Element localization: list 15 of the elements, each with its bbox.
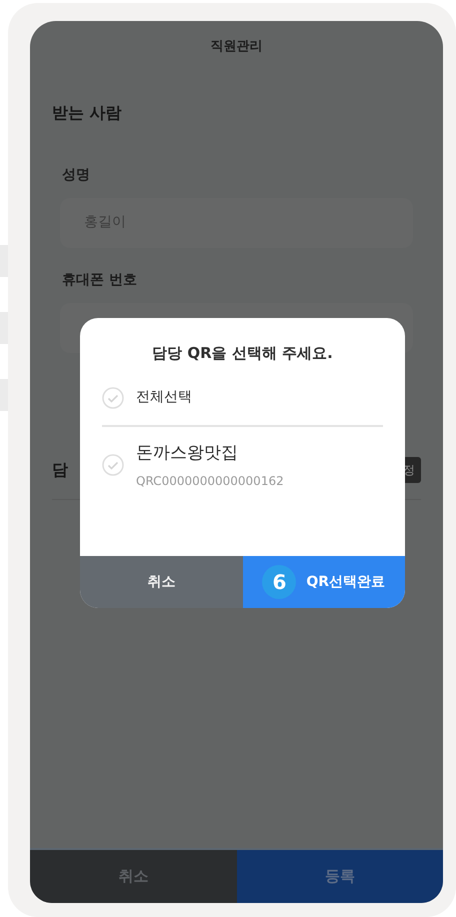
register-button[interactable]: 등록 (236, 848, 443, 903)
section-title: 받는 사람 (52, 102, 123, 124)
store-name[interactable]: 돈까스왕맛집 (136, 440, 284, 466)
assignment-label: 담 (52, 458, 68, 480)
cancel-button[interactable]: 취소 (80, 556, 242, 608)
dialog-title: 담당 QR을 선택해 주세요. (151, 343, 334, 364)
step-badge: 6 (262, 565, 296, 599)
screen-title: 직원관리 (210, 38, 264, 56)
field-label: 휴대폰 번호 (62, 270, 138, 290)
check-circle-icon[interactable] (102, 386, 124, 408)
confirm-button[interactable]: 6 QR선택완료 (242, 556, 405, 608)
field-label: 성명 (62, 166, 91, 184)
select-all-label[interactable]: 전체선택 (136, 387, 192, 408)
check-circle-icon[interactable] (102, 454, 124, 476)
qr-code-text: QRC0000000000000162 (136, 473, 284, 490)
